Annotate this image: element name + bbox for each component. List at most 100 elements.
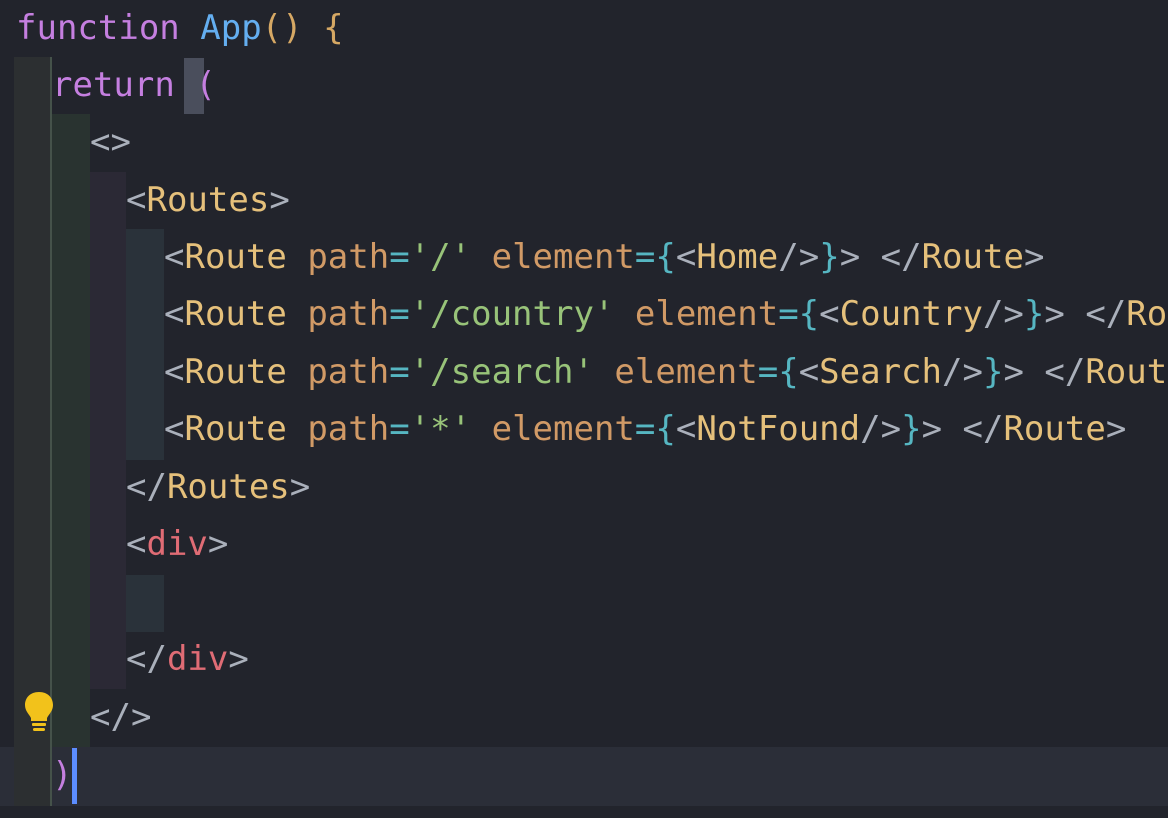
- return-paren-open: (: [195, 65, 216, 105]
- tag-bracket: <: [164, 409, 185, 449]
- code-line-14[interactable]: ): [52, 747, 72, 804]
- component-name: NotFound: [696, 409, 861, 449]
- function-parens: (): [261, 8, 303, 48]
- equals: =: [778, 294, 799, 334]
- equals: =: [389, 352, 410, 392]
- fragment-close: </>: [90, 697, 152, 737]
- component-name: Search: [819, 352, 942, 392]
- function-brace: {: [323, 8, 344, 48]
- fragment-open: <>: [90, 122, 131, 162]
- tag-bracket: <: [164, 237, 185, 277]
- tag-bracket: />: [778, 237, 820, 277]
- attr-element: element: [491, 409, 635, 449]
- route-tag: Route: [921, 237, 1024, 277]
- tag-bracket: <: [126, 524, 147, 564]
- path-value: '/country': [409, 294, 615, 334]
- tag-bracket: </: [126, 467, 167, 507]
- code-line-4[interactable]: <Routes>: [126, 172, 290, 229]
- indent-guide-2: [52, 114, 90, 747]
- indent-guide-3: [90, 172, 126, 689]
- route-tag: Route: [1003, 409, 1106, 449]
- code-line-9[interactable]: </Routes>: [126, 459, 310, 516]
- jsx-brace: {: [778, 352, 799, 392]
- code-line-1[interactable]: function App() {: [16, 0, 344, 57]
- function-name: App: [200, 8, 262, 48]
- tag-bracket: >: [289, 467, 311, 507]
- text-cursor: [72, 748, 77, 804]
- tag-bracket: </: [126, 639, 167, 679]
- jsx-brace: }: [901, 409, 922, 449]
- div-tag: div: [146, 524, 208, 564]
- current-line-highlight: [0, 747, 1168, 806]
- attr-path: path: [307, 352, 390, 392]
- path-value: '/': [409, 237, 472, 277]
- tag-bracket: > </: [1003, 352, 1086, 392]
- keyword-function: function: [16, 8, 180, 48]
- code-line-route-1[interactable]: <Route path='/' element={<Home/>}> </Rou…: [164, 229, 1044, 286]
- indent-guide-4-routes: [126, 229, 164, 460]
- code-line-route-2[interactable]: <Route path='/country' element={<Country…: [164, 286, 1168, 343]
- jsx-brace: {: [655, 409, 676, 449]
- tag-bracket: <: [675, 409, 697, 449]
- equals: =: [389, 237, 410, 277]
- tag-bracket: > </: [839, 237, 922, 277]
- jsx-brace: }: [819, 237, 840, 277]
- code-line-route-3[interactable]: <Route path='/search' element={<Search/>…: [164, 344, 1168, 401]
- route-tag: Route: [1085, 352, 1168, 392]
- tag-bracket: >: [1023, 237, 1045, 277]
- tag-bracket: > </: [1044, 294, 1127, 334]
- code-line-2[interactable]: return (: [52, 57, 216, 114]
- attr-path: path: [307, 294, 390, 334]
- tag-bracket: <: [675, 237, 697, 277]
- tag-bracket: >: [207, 524, 229, 564]
- path-value: '/search': [409, 352, 594, 392]
- component-name: Country: [839, 294, 983, 334]
- route-tag: Route: [184, 237, 287, 277]
- route-tag: Route: [1126, 294, 1168, 334]
- tag-bracket: <: [798, 352, 820, 392]
- routes-tag: Routes: [146, 180, 270, 220]
- equals: =: [634, 237, 656, 277]
- jsx-brace: }: [1023, 294, 1045, 334]
- attr-path: path: [307, 409, 390, 449]
- div-close-tag: div: [166, 639, 229, 679]
- tag-bracket: <: [126, 180, 147, 220]
- code-line-13[interactable]: </>: [90, 689, 151, 746]
- tag-bracket: <: [164, 352, 185, 392]
- route-tag: Route: [184, 294, 287, 334]
- lightbulb-icon[interactable]: [22, 690, 56, 734]
- jsx-brace: {: [655, 237, 676, 277]
- jsx-brace: {: [798, 294, 820, 334]
- equals: =: [757, 352, 779, 392]
- tag-bracket: <: [164, 294, 185, 334]
- attr-element: element: [634, 294, 779, 334]
- tag-bracket: <: [819, 294, 840, 334]
- route-tag: Route: [184, 352, 287, 392]
- jsx-brace: }: [982, 352, 1004, 392]
- code-line-route-4[interactable]: <Route path='*' element={<NotFound/>}> <…: [164, 401, 1126, 458]
- tag-bracket: >: [1105, 409, 1127, 449]
- component-name: Home: [696, 237, 779, 277]
- indent-guide-4-div: [126, 575, 164, 632]
- code-line-10[interactable]: <div>: [126, 516, 228, 573]
- route-tag: Route: [184, 409, 287, 449]
- keyword-return: return: [52, 65, 175, 105]
- routes-close-tag: Routes: [166, 467, 290, 507]
- code-line-3[interactable]: <>: [90, 114, 131, 171]
- attr-element: element: [491, 237, 635, 277]
- return-paren-close: ): [52, 755, 73, 795]
- tag-bracket: />: [982, 294, 1024, 334]
- attr-element: element: [614, 352, 758, 392]
- tag-bracket: >: [228, 639, 249, 679]
- attr-path: path: [307, 237, 390, 277]
- code-editor[interactable]: function App() { return ( <> <Routes> <R…: [0, 0, 1168, 818]
- tag-bracket: />: [942, 352, 983, 392]
- equals: =: [634, 409, 656, 449]
- code-line-12[interactable]: </div>: [126, 631, 249, 688]
- equals: =: [389, 409, 410, 449]
- equals: =: [389, 294, 410, 334]
- tag-bracket: > </: [921, 409, 1004, 449]
- path-value: '*': [409, 409, 472, 449]
- tag-bracket: >: [269, 180, 290, 220]
- tag-bracket: />: [860, 409, 902, 449]
